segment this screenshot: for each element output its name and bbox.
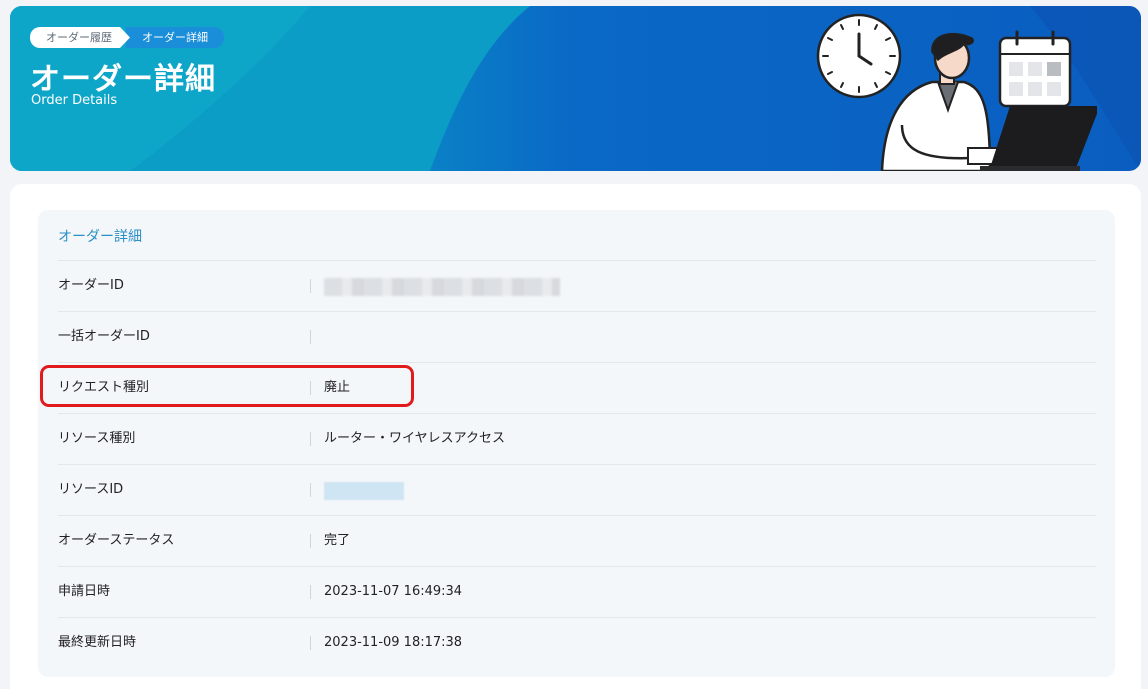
header-banner: オーダー履歴 オーダー詳細 オーダー詳細 Order Details xyxy=(10,6,1141,171)
breadcrumb-order-history[interactable]: オーダー履歴 xyxy=(30,27,130,48)
row-label: リソース種別 xyxy=(58,431,136,446)
row-label: 申請日時 xyxy=(58,584,111,599)
row-resource-type: リソース種別 ルーター・ワイヤレスアクセス xyxy=(58,413,1096,464)
row-divider xyxy=(310,483,311,497)
resource-id-redacted[interactable] xyxy=(324,482,404,500)
row-divider xyxy=(310,279,311,293)
row-label: 一括オーダーID xyxy=(58,329,150,344)
breadcrumb: オーダー履歴 オーダー詳細 xyxy=(30,27,224,48)
order-id-redacted xyxy=(324,278,560,296)
row-divider xyxy=(310,432,311,446)
row-divider xyxy=(310,636,311,650)
person-at-laptop-illustration xyxy=(880,32,1097,171)
order-details-panel: オーダー詳細 オーダーID 一括オーダーID リクエスト種別 廃止 リソース種別… xyxy=(38,210,1115,677)
row-divider xyxy=(310,585,311,599)
request-type-highlight xyxy=(40,365,414,407)
row-value: 完了 xyxy=(324,533,351,548)
page: オーダー履歴 オーダー詳細 オーダー詳細 Order Details オーダー詳… xyxy=(0,0,1148,689)
panel-title: オーダー詳細 xyxy=(58,229,142,245)
breadcrumb-order-details: オーダー詳細 xyxy=(126,27,224,48)
row-label: 最終更新日時 xyxy=(58,635,137,650)
row-last-updated-at: 最終更新日時 2023-11-09 18:17:38 xyxy=(58,617,1096,668)
row-label: リソースID xyxy=(58,482,124,497)
row-value: ルーター・ワイヤレスアクセス xyxy=(324,431,505,446)
row-order-id: オーダーID xyxy=(58,260,1096,311)
row-divider xyxy=(310,330,311,344)
row-order-status: オーダーステータス 完了 xyxy=(58,515,1096,566)
page-title: オーダー詳細 xyxy=(30,62,216,97)
detail-rows: オーダーID 一括オーダーID リクエスト種別 廃止 リソース種別 ルーター・ワ… xyxy=(58,260,1096,668)
row-resource-id: リソースID xyxy=(58,464,1096,515)
page-subtitle: Order Details xyxy=(31,93,118,108)
row-label: オーダーID xyxy=(58,278,124,293)
row-label: オーダーステータス xyxy=(58,533,175,548)
main-card: オーダー詳細 オーダーID 一括オーダーID リクエスト種別 廃止 リソース種別… xyxy=(10,184,1141,689)
row-value: 2023-11-07 16:49:34 xyxy=(324,584,463,599)
row-value: 2023-11-09 18:17:38 xyxy=(324,635,463,650)
row-divider xyxy=(310,534,311,548)
row-requested-at: 申請日時 2023-11-07 16:49:34 xyxy=(58,566,1096,617)
row-bulk-order-id: 一括オーダーID xyxy=(58,311,1096,362)
